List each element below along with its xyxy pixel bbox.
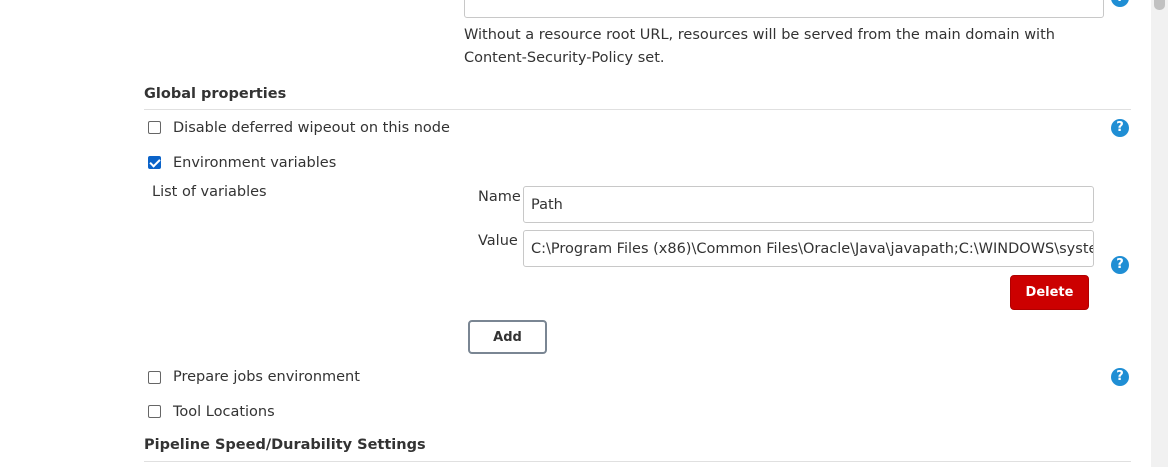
variable-name-input[interactable]: Path	[523, 186, 1094, 223]
help-icon-resource-root[interactable]: ?	[1111, 0, 1129, 7]
environment-variables-label[interactable]: Environment variables	[173, 155, 336, 171]
resource-root-url-input[interactable]	[464, 0, 1104, 18]
resource-root-help-text: Without a resource root URL, resources w…	[464, 27, 1055, 66]
prepare-jobs-label[interactable]: Prepare jobs environment	[173, 369, 360, 385]
help-icon-prepare-jobs[interactable]: ?	[1111, 368, 1129, 386]
tool-locations-label[interactable]: Tool Locations	[173, 404, 275, 420]
help-icon-environment-variables[interactable]: ?	[1111, 256, 1129, 274]
section-title-pipeline-durability: Pipeline Speed/Durability Settings	[144, 437, 426, 453]
disable-wipeout-checkbox[interactable]	[148, 121, 161, 134]
tool-locations-checkbox[interactable]	[148, 405, 161, 418]
environment-variables-checkbox[interactable]	[148, 156, 161, 169]
name-label: Name	[478, 189, 521, 205]
prepare-jobs-checkbox[interactable]	[148, 371, 161, 384]
section-title-global-properties: Global properties	[144, 86, 287, 102]
section-divider-pipeline	[144, 461, 1131, 462]
delete-button[interactable]: Delete	[1010, 275, 1089, 310]
variable-value-input[interactable]: C:\Program Files (x86)\Common Files\Orac…	[523, 230, 1094, 267]
vertical-scrollbar[interactable]	[1151, 0, 1168, 467]
scrollbar-thumb[interactable]	[1154, 0, 1165, 10]
list-of-variables-label: List of variables	[152, 184, 267, 200]
add-button[interactable]: Add	[468, 320, 547, 354]
section-divider	[144, 109, 1131, 110]
help-icon-disable-wipeout[interactable]: ?	[1111, 119, 1129, 137]
disable-wipeout-label[interactable]: Disable deferred wipeout on this node	[173, 120, 450, 136]
value-label: Value	[478, 233, 518, 249]
